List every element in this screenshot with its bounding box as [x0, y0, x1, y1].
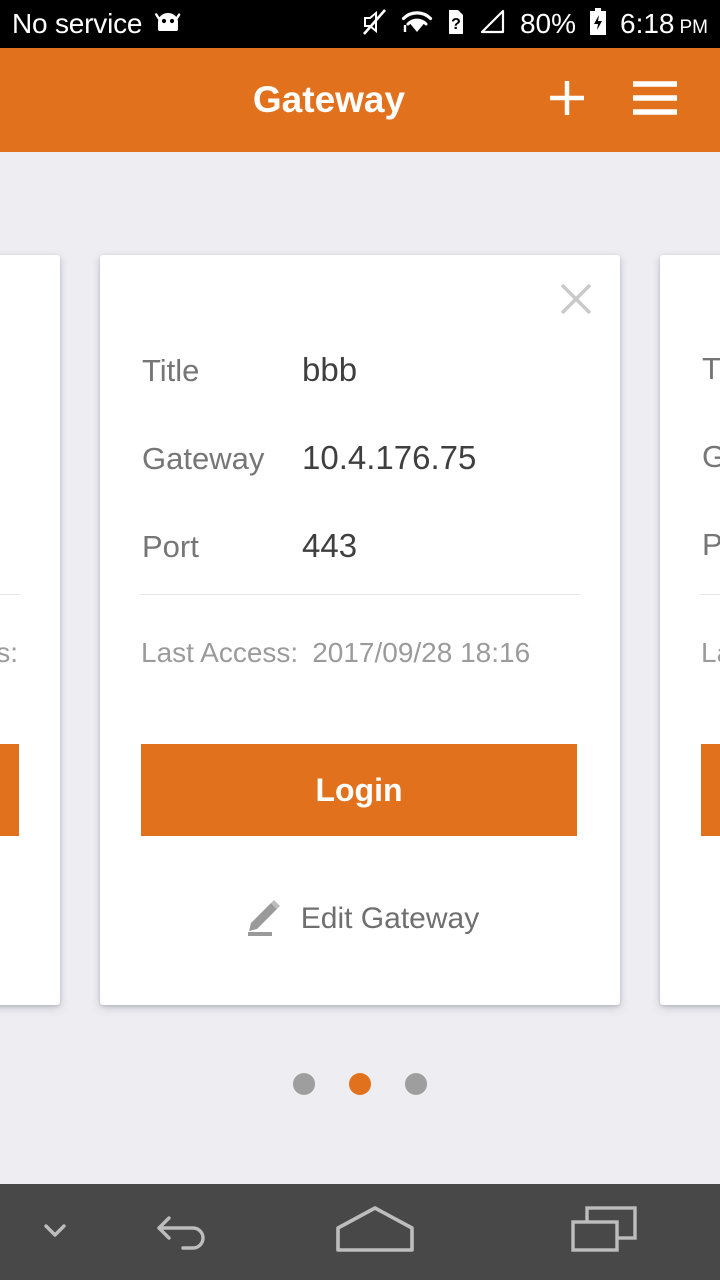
divider: [0, 594, 19, 595]
android-robot-icon: [152, 10, 184, 39]
gateway-card-next[interactable]: Title Gateway Port Last Access:: [660, 255, 720, 1005]
status-bar-left: No service: [12, 10, 184, 39]
page-title: Gateway: [252, 79, 406, 120]
row-value-title: bbb: [302, 351, 358, 388]
pager-dot-3[interactable]: [405, 1073, 427, 1095]
gateway-card-previous[interactable]: Title Gateway Port Last Access:: [0, 255, 60, 1005]
edit-gateway-button[interactable]: Edit Gateway: [100, 893, 620, 944]
last-access-label: Last Access:: [0, 637, 18, 668]
wifi-icon: [400, 9, 434, 40]
pager-dot-2[interactable]: [349, 1073, 371, 1095]
overflow-menu-button[interactable]: [626, 71, 684, 129]
sim-unknown-icon: ?: [446, 8, 466, 41]
divider: [141, 594, 579, 595]
table-row: Port 443: [142, 527, 580, 615]
row-label: Title: [702, 351, 720, 386]
battery-percent-label: 80%: [519, 8, 576, 39]
svg-text:?: ?: [451, 16, 461, 33]
recent-apps-icon: [567, 1202, 643, 1263]
add-gateway-button[interactable]: [538, 71, 596, 129]
phone-screen: No service ? 80% 6:18 PM Gateway s: T G …: [0, 0, 720, 1280]
clock-ampm: PM: [679, 17, 709, 38]
app-bar-actions: [538, 71, 720, 129]
table-row: Gateway: [702, 439, 720, 527]
row-label-title: Title: [142, 353, 200, 388]
pager-indicator: [0, 1073, 720, 1095]
home-button[interactable]: [260, 1202, 490, 1263]
row-label: Gateway: [702, 439, 720, 474]
table-row: Gateway 10.4.176.75: [142, 439, 580, 527]
hamburger-menu-icon: [629, 76, 681, 125]
close-button[interactable]: [548, 273, 604, 329]
gateway-detail-table: Title bbb Gateway 10.4.176.75 Port 443: [142, 351, 580, 615]
status-bar: No service ? 80% 6:18 PM: [0, 0, 720, 48]
login-button[interactable]: [701, 744, 720, 836]
row-label-port: Port: [142, 529, 199, 564]
gateway-card-active[interactable]: Title bbb Gateway 10.4.176.75 Port 443 L…: [100, 255, 620, 1005]
last-access-value: 2017/09/28 18:16: [312, 637, 531, 668]
last-access-label: Last Access:: [701, 637, 720, 668]
last-access: Last Access: 2017/09/28 18:16: [141, 637, 530, 669]
table-row: Title bbb: [142, 351, 580, 439]
carrier-label: No service: [12, 8, 143, 39]
edit-gateway-label: Edit Gateway: [300, 901, 480, 935]
hide-keyboard-button[interactable]: [0, 1217, 110, 1248]
back-arrow-icon: [155, 1204, 215, 1261]
login-button[interactable]: Login: [141, 744, 577, 836]
back-button[interactable]: [110, 1204, 260, 1261]
table-row: Title: [0, 351, 18, 439]
row-value-gateway: 10.4.176.75: [302, 439, 477, 476]
previous-card-rows: Title Gateway Port: [0, 351, 18, 615]
gateway-card-pager[interactable]: Title Gateway Port Last Access: Title: [0, 152, 720, 1192]
login-button-label: Login: [315, 771, 403, 808]
cell-signal-icon: [478, 9, 508, 40]
divider: [701, 594, 720, 595]
pencil-edit-icon: [241, 893, 287, 944]
row-value-port: 443: [302, 527, 358, 564]
next-card-rows: Title Gateway Port: [702, 351, 720, 615]
close-x-icon: [556, 279, 596, 324]
app-bar: Gateway: [0, 48, 720, 152]
row-label: Port: [702, 527, 720, 562]
table-row: Port: [0, 527, 18, 615]
row-label-gateway: Gateway: [142, 441, 265, 476]
login-button[interactable]: [0, 744, 19, 836]
table-row: Title: [702, 351, 720, 439]
clock-time: 6:18: [620, 8, 675, 39]
battery-charging-icon: [588, 7, 608, 42]
volume-muted-icon: [362, 8, 388, 41]
table-row: Port: [702, 527, 720, 615]
status-bar-right: ? 80% 6:18 PM: [362, 7, 708, 42]
clock: 6:18 PM: [620, 10, 708, 38]
last-access-label: Last Access:: [141, 637, 299, 668]
pager-dot-1[interactable]: [293, 1073, 315, 1095]
plus-icon: [542, 73, 592, 128]
chevron-down-icon: [38, 1217, 72, 1248]
recent-apps-button[interactable]: [490, 1202, 720, 1263]
system-navigation-bar: [0, 1184, 720, 1280]
home-icon: [332, 1202, 418, 1263]
table-row: Gateway: [0, 439, 18, 527]
